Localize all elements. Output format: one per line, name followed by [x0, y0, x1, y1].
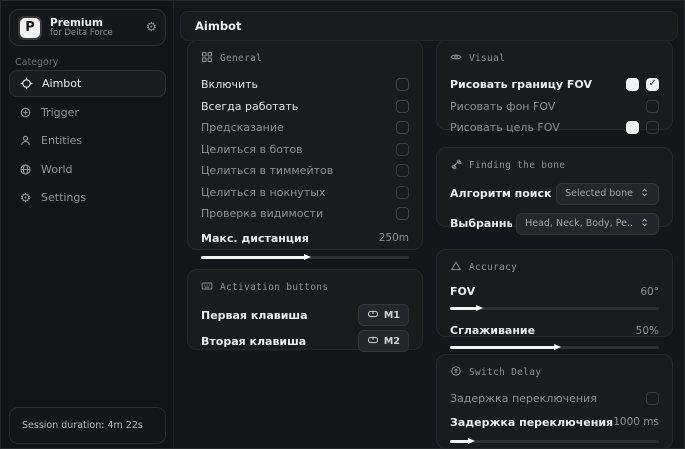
visual-card: Visual Рисовать границу FOV Рисовать фон… — [436, 40, 673, 130]
main-area: Aimbot General Включить Всегда работать … — [174, 1, 685, 449]
slider-value: 250m — [379, 232, 409, 244]
app-window: P Premium for Delta Force ⚙ Category Aim… — [0, 0, 685, 449]
category-label: Category — [15, 57, 58, 68]
slider-thumb[interactable] — [468, 438, 475, 444]
checkbox-aim-bots[interactable] — [396, 143, 409, 156]
accuracy-card: Accuracy FOV 60° Сглаживание 50% — [436, 249, 673, 337]
keybind-button-2[interactable]: M2 — [358, 330, 409, 352]
smoothing-slider[interactable] — [450, 346, 659, 349]
mouse-icon — [367, 334, 379, 349]
trigger-icon — [19, 106, 32, 119]
sidebar: P Premium for Delta Force ⚙ Category Aim… — [1, 1, 174, 449]
checkbox-prediction[interactable] — [396, 121, 409, 134]
dropdown-label: Выбранные кости — [450, 217, 512, 230]
visual-label: Рисовать цель FOV — [450, 121, 560, 134]
globe-icon — [19, 163, 32, 176]
switch-delay-slider[interactable] — [450, 440, 659, 443]
checkbox-fov-border[interactable] — [646, 78, 659, 91]
switch-arrow-icon — [450, 365, 462, 380]
toggle-label: Целиться в нокнутых — [201, 186, 325, 199]
sidebar-item-world[interactable]: World — [9, 155, 166, 183]
expand-icon — [639, 217, 650, 231]
sidebar-item-aimbot[interactable]: Aimbot — [9, 70, 166, 97]
session-duration: Session duration: 4m 22s — [9, 407, 166, 444]
slider-label: Сглаживание — [450, 324, 535, 337]
slider-thumb[interactable] — [554, 344, 561, 350]
slider-label: Макс. дистанция — [201, 232, 309, 245]
section-title: Accuracy — [469, 262, 517, 273]
brand-title: Premium — [50, 17, 138, 29]
toggle-label: Всегда работать — [201, 100, 298, 113]
checkbox-fov-background[interactable] — [646, 100, 659, 113]
sidebar-nav: Aimbot Trigger Entities — [9, 70, 166, 212]
bone-algorithm-dropdown[interactable]: Selected bone — [556, 183, 659, 205]
visual-label: Рисовать границу FOV — [450, 78, 592, 91]
slider-value: 50% — [636, 325, 659, 337]
max-distance-slider[interactable] — [201, 256, 409, 259]
page-title: Aimbot — [195, 19, 241, 33]
keybind-label: Первая клавиша — [201, 309, 308, 322]
crosshair-icon — [20, 77, 33, 90]
settings-gear-icon: ⚙ — [19, 191, 32, 204]
slider-thumb[interactable] — [304, 254, 311, 260]
checkbox-aim-teammates[interactable] — [396, 164, 409, 177]
section-title: Finding the bone — [469, 160, 565, 171]
keybind-button-1[interactable]: M1 — [358, 304, 409, 326]
sidebar-item-label: Entities — [41, 134, 82, 147]
toggle-label: Задержка переключения — [450, 392, 597, 405]
toggle-label: Проверка видимости — [201, 207, 323, 220]
brand-card: P Premium for Delta Force ⚙ — [9, 9, 166, 46]
sidebar-item-label: Settings — [41, 191, 86, 204]
checkbox-switch-delay[interactable] — [646, 392, 659, 405]
toggle-label: Целиться в ботов — [201, 143, 303, 156]
grid-icon — [201, 51, 213, 66]
toggle-label: Включить — [201, 78, 258, 91]
section-title: General — [220, 53, 262, 64]
sidebar-item-settings[interactable]: ⚙ Settings — [9, 184, 166, 212]
slider-thumb[interactable] — [476, 305, 483, 311]
sidebar-item-label: World — [41, 163, 73, 176]
switch-delay-card: Switch Delay Задержка переключения Задер… — [436, 354, 673, 449]
toggle-label: Предсказание — [201, 121, 284, 134]
expand-icon — [639, 187, 650, 201]
section-title: Switch Delay — [469, 367, 541, 378]
toggle-label: Целиться в тиммейтов — [201, 164, 333, 177]
sidebar-item-label: Trigger — [41, 106, 79, 119]
sidebar-item-entities[interactable]: Entities — [9, 127, 166, 155]
bone-card: Finding the bone Алгоритм поиска кости S… — [436, 147, 673, 227]
sidebar-item-trigger[interactable]: Trigger — [9, 98, 166, 126]
section-title: Visual — [469, 53, 505, 64]
brand-subtitle: for Delta Force — [50, 29, 138, 39]
selected-bones-dropdown[interactable]: Head, Neck, Body, Pe.. — [516, 213, 659, 235]
keyboard-icon — [201, 280, 213, 295]
checkbox-visibility-check[interactable] — [396, 207, 409, 220]
slider-label: Задержка переключения (мс) — [450, 416, 613, 429]
color-swatch[interactable] — [626, 78, 639, 91]
slider-label: FOV — [450, 285, 475, 298]
checkbox-always-work[interactable] — [396, 100, 409, 113]
slider-value: 1000 ms — [613, 416, 659, 428]
entities-icon — [19, 134, 32, 147]
checkbox-aim-knocked[interactable] — [396, 186, 409, 199]
triangle-icon — [450, 260, 462, 275]
section-title: Activation buttons — [220, 282, 328, 293]
general-card: General Включить Всегда работать Предска… — [187, 40, 423, 250]
activation-card: Activation buttons Первая клавиша M1 Вто… — [187, 269, 423, 350]
sidebar-item-label: Aimbot — [42, 77, 81, 90]
gear-icon[interactable]: ⚙ — [146, 21, 157, 34]
eye-icon — [450, 51, 462, 66]
fov-slider[interactable] — [450, 307, 659, 310]
color-swatch[interactable] — [626, 121, 639, 134]
bone-icon — [450, 158, 462, 173]
dropdown-label: Алгоритм поиска кости — [450, 187, 552, 200]
mouse-icon — [367, 308, 379, 323]
brand-logo: P — [18, 16, 42, 40]
checkbox-fov-target[interactable] — [646, 121, 659, 134]
checkbox-enable[interactable] — [396, 78, 409, 91]
slider-value: 60° — [640, 286, 659, 298]
page-header: Aimbot — [180, 11, 678, 41]
keybind-label: Вторая клавиша — [201, 335, 306, 348]
visual-label: Рисовать фон FOV — [450, 100, 555, 113]
